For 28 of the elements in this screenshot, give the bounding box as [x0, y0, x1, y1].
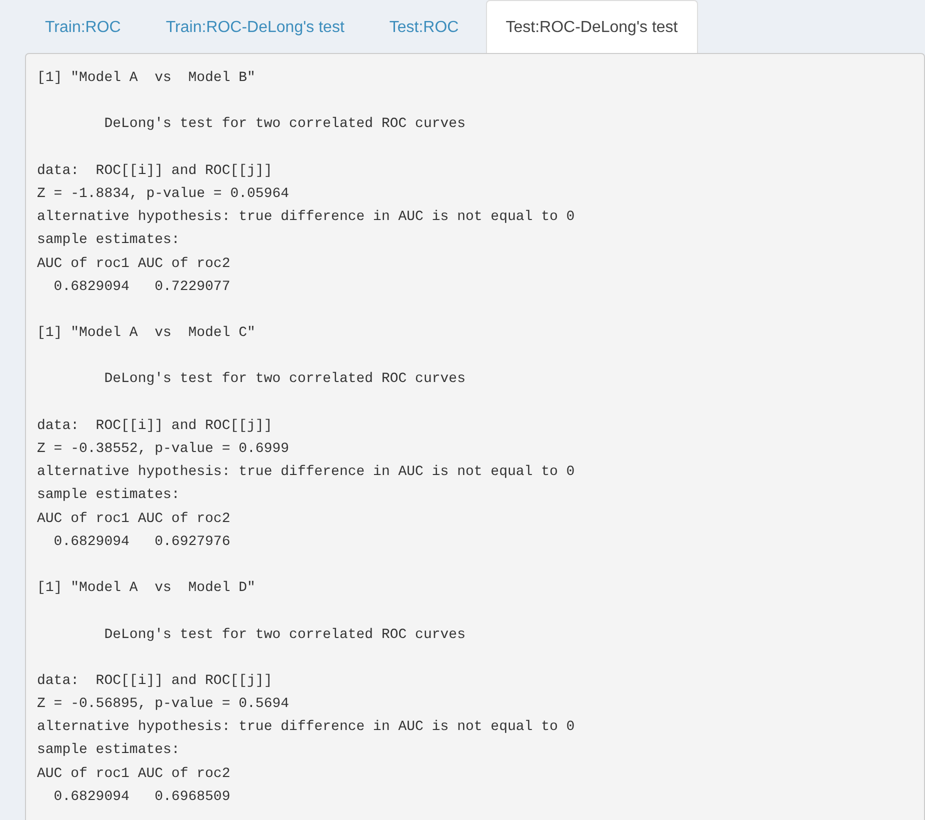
output-line: 0.6829094 0.7229077 — [52, 278, 230, 297]
output-line: sample estimates: — [37, 486, 180, 506]
output-line: DeLong's test for two correlated ROC curves — [103, 370, 466, 390]
output-line: data: ROC[[i]] and ROC[[j]] — [37, 162, 272, 181]
output-line: data: ROC[[i]] and ROC[[j]] — [37, 416, 272, 436]
tab[interactable]: Train:ROC — [27, 0, 139, 53]
output-line: data: ROC[[i]] and ROC[[j]] — [37, 672, 272, 691]
output-line: AUC of roc1 AUC of roc2 — [37, 764, 230, 784]
output-line: sample estimates: — [37, 741, 180, 760]
output-line: Z = -0.38552, p-value = 0.6999 — [37, 440, 290, 459]
output-line: [1] "Model A vs Model C" — [37, 324, 256, 344]
output-line: Z = -1.8834, p-value = 0.05964 — [37, 184, 290, 204]
output-line: [1] "Model A vs Model D" — [37, 579, 256, 598]
output-line: sample estimates: — [37, 231, 180, 250]
tab[interactable]: Test:ROC — [371, 0, 477, 53]
output-line: AUC of roc1 AUC of roc2 — [37, 254, 230, 274]
output-line: Z = -0.56895, p-value = 0.5694 — [37, 695, 290, 714]
output-line: alternative hypothesis: true difference in AUC is not equal to 0 — [37, 718, 575, 738]
output-line: [1] "Model A vs Model B" — [37, 69, 256, 88]
output-line: DeLong's test for two correlated ROC curves — [103, 115, 466, 134]
output-line: 0.6829094 0.6968509 — [52, 788, 230, 807]
tab[interactable]: Train:ROC-DeLong's test — [148, 0, 362, 53]
output-line: 0.6829094 0.6927976 — [52, 532, 230, 552]
output-line: alternative hypothesis: true difference in AUC is not equal to 0 — [37, 208, 575, 228]
output-line: AUC of roc1 AUC of roc2 — [37, 510, 230, 529]
output-line: alternative hypothesis: true difference in AUC is not equal to 0 — [37, 463, 575, 482]
output-line: DeLong's test for two correlated ROC curves — [103, 626, 466, 644]
tab[interactable]: Test:ROC-DeLong's test — [486, 0, 698, 53]
